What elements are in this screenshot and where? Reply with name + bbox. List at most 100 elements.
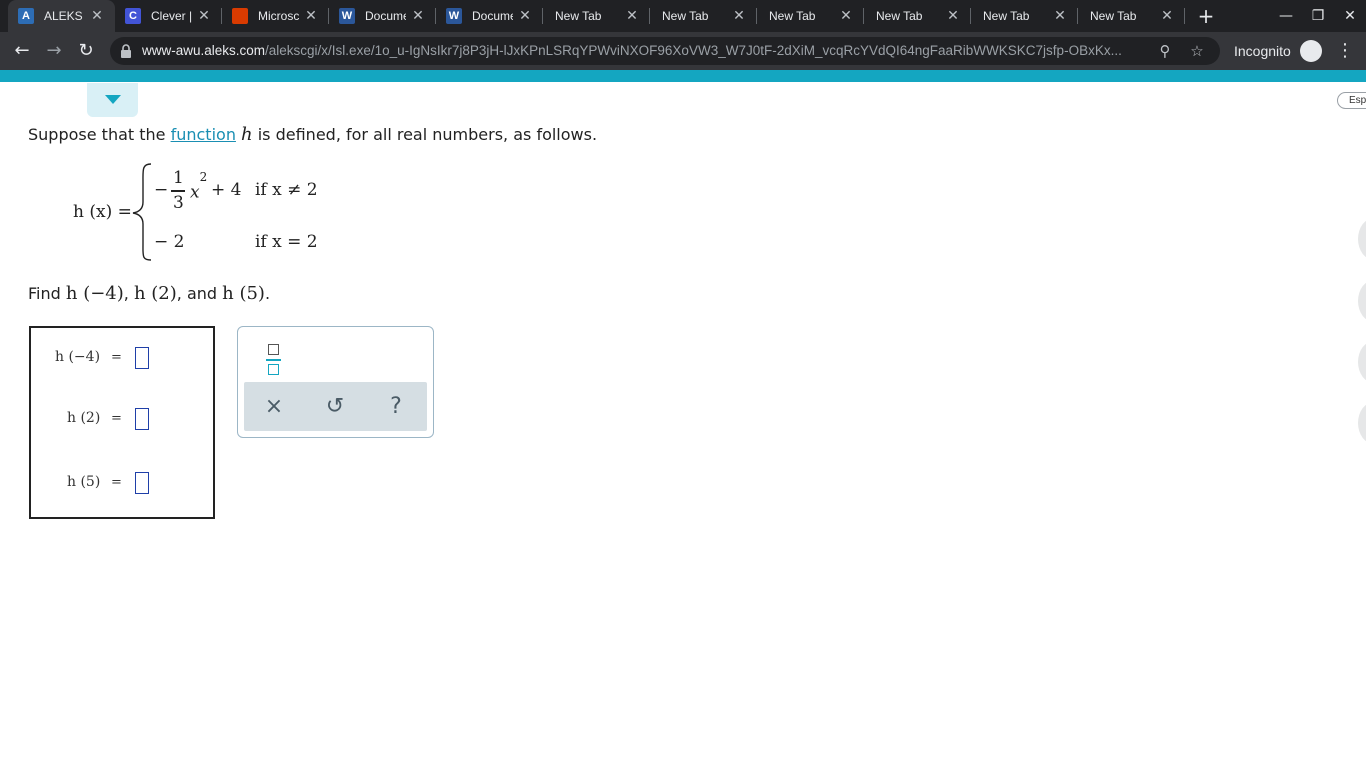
tab-close-icon[interactable]: ✕ <box>945 7 961 23</box>
intro-suffix: is defined, for all real numbers, as fol… <box>252 125 598 144</box>
word-icon: W <box>339 8 355 24</box>
intro-prefix: Suppose that the <box>28 125 171 144</box>
function-link[interactable]: function <box>171 125 236 144</box>
browser-tab-label: New Tab <box>876 9 923 23</box>
tab-close-icon[interactable]: ✕ <box>196 7 212 23</box>
side-tool-button-4[interactable] <box>1358 402 1366 444</box>
answer-label: h (2) <box>67 410 101 426</box>
answer-label: h (5) <box>67 474 101 490</box>
browser-tab[interactable]: W Docume ✕ <box>329 0 436 32</box>
tab-close-icon[interactable]: ✕ <box>1052 7 1068 23</box>
row1-denominator: 3 <box>173 193 184 213</box>
browser-menu-icon[interactable]: ⋮ <box>1336 40 1354 62</box>
browser-tab[interactable]: New Tab ✕ <box>864 0 971 32</box>
question-prefix: Find <box>28 284 66 303</box>
minimize-icon[interactable]: — <box>1276 6 1296 26</box>
fraction-button[interactable] <box>262 342 284 376</box>
question-suffix: . <box>264 284 271 303</box>
row1-variable: x <box>190 182 200 203</box>
address-bar[interactable]: www-awu.aleks.com/alekscgi/x/Isl.exe/1o_… <box>110 37 1220 65</box>
answer-input-h-2[interactable] <box>135 408 149 430</box>
new-tab-button[interactable]: + <box>1196 6 1216 26</box>
browser-tab-label: New Tab <box>983 9 1030 23</box>
fraction-bar-icon <box>266 359 281 361</box>
caret-down-icon <box>105 95 121 104</box>
side-tool-button-3[interactable] <box>1358 341 1366 383</box>
browser-tab[interactable]: W Docume ✕ <box>436 0 543 32</box>
answer-input-h-neg4[interactable] <box>135 347 149 369</box>
close-window-icon[interactable]: ✕ <box>1340 6 1360 26</box>
back-arrow-icon[interactable]: ← <box>11 40 33 62</box>
question-expr-1: h (−4) <box>65 283 124 304</box>
forward-arrow-icon[interactable]: → <box>43 40 65 62</box>
row2-value: − 2 <box>154 232 185 252</box>
clever-icon: C <box>125 8 141 24</box>
equals-sign: = <box>111 411 122 426</box>
clear-button[interactable]: × <box>259 392 289 422</box>
equals-sign: = <box>111 475 122 490</box>
browser-tab[interactable]: New Tab ✕ <box>1078 0 1185 32</box>
espanol-button[interactable]: Esp <box>1337 92 1366 109</box>
tab-close-icon[interactable]: ✕ <box>1159 7 1175 23</box>
tab-close-icon[interactable]: ✕ <box>838 7 854 23</box>
browser-tab[interactable]: New Tab ✕ <box>757 0 864 32</box>
collapse-header-button[interactable] <box>87 83 138 117</box>
answer-row: h (2) = <box>31 404 213 434</box>
zoom-icon[interactable]: ⚲ <box>1156 42 1174 60</box>
answer-box: h (−4) = h (2) = h (5) = <box>29 326 215 519</box>
keypad-action-strip: × ↺ ? <box>244 382 427 431</box>
undo-button[interactable]: ↺ <box>320 392 350 422</box>
fraction-denominator-box-icon <box>268 364 279 375</box>
row1-term: x2 <box>190 170 207 203</box>
bookmark-star-icon[interactable]: ☆ <box>1188 42 1206 60</box>
answer-row: h (−4) = <box>31 343 213 373</box>
browser-toolbar: ← → ↻ www-awu.aleks.com/alekscgi/x/Isl.e… <box>0 32 1366 70</box>
question-text: Find h (−4), h (2), and h (5). <box>28 283 270 304</box>
side-tool-button-1[interactable] <box>1358 218 1366 260</box>
tab-close-icon[interactable]: ✕ <box>303 7 319 23</box>
row1-condition: if x ≠ 2 <box>255 180 318 200</box>
answer-input-h-5[interactable] <box>135 472 149 494</box>
help-button[interactable]: ? <box>381 392 411 422</box>
browser-tab-label: Clever | <box>151 9 192 23</box>
reload-icon[interactable]: ↻ <box>75 40 97 62</box>
browser-tab[interactable]: A ALEKS - ✕ <box>8 0 115 32</box>
intro-variable: h <box>241 124 253 145</box>
equals-sign: = <box>111 350 122 365</box>
fraction-numerator-box-icon <box>268 344 279 355</box>
browser-tab[interactable]: New Tab ✕ <box>650 0 757 32</box>
question-expr-3: h (5) <box>222 283 265 304</box>
tab-close-icon[interactable]: ✕ <box>624 7 640 23</box>
aleks-icon: A <box>18 8 34 24</box>
row1-numerator: 1 <box>173 168 184 188</box>
fraction-bar <box>171 190 185 192</box>
tab-separator <box>1184 8 1185 24</box>
word-icon: W <box>446 8 462 24</box>
question-expr-2: h (2) <box>133 283 177 304</box>
browser-tab[interactable]: New Tab ✕ <box>543 0 650 32</box>
browser-tab-label: Docume <box>472 9 513 23</box>
url-text[interactable]: www-awu.aleks.com/alekscgi/x/Isl.exe/1o_… <box>142 43 1144 59</box>
lock-icon <box>121 44 131 58</box>
row1-constant: + 4 <box>211 180 242 200</box>
row1-sign: − <box>154 180 169 200</box>
tab-close-icon[interactable]: ✕ <box>410 7 426 23</box>
incognito-icon[interactable] <box>1300 40 1322 62</box>
tab-close-icon[interactable]: ✕ <box>89 7 105 23</box>
question-sep-2: , and <box>176 284 223 303</box>
browser-tab[interactable]: Microsc ✕ <box>222 0 329 32</box>
restore-icon[interactable]: ❐ <box>1308 6 1328 26</box>
browser-tab-label: Docume <box>365 9 406 23</box>
row1-exponent: 2 <box>199 170 208 184</box>
tab-close-icon[interactable]: ✕ <box>517 7 533 23</box>
tab-close-icon[interactable]: ✕ <box>731 7 747 23</box>
browser-tab[interactable]: C Clever | ✕ <box>115 0 222 32</box>
piecewise-function: h (x) = − 1 3 x2 + 4 if x ≠ 2 − 2 if x =… <box>70 162 330 262</box>
incognito-label: Incognito <box>1234 43 1291 59</box>
browser-tab-label: New Tab <box>555 9 602 23</box>
browser-tab[interactable]: New Tab ✕ <box>971 0 1078 32</box>
problem-intro: Suppose that the function h is defined, … <box>28 124 597 145</box>
browser-tab-label: New Tab <box>769 9 816 23</box>
side-tool-button-2[interactable] <box>1358 280 1366 322</box>
browser-tab-strip: A ALEKS - ✕ C Clever | ✕ Microsc ✕ W Docume ✕ W Docu… <box>0 0 1366 32</box>
